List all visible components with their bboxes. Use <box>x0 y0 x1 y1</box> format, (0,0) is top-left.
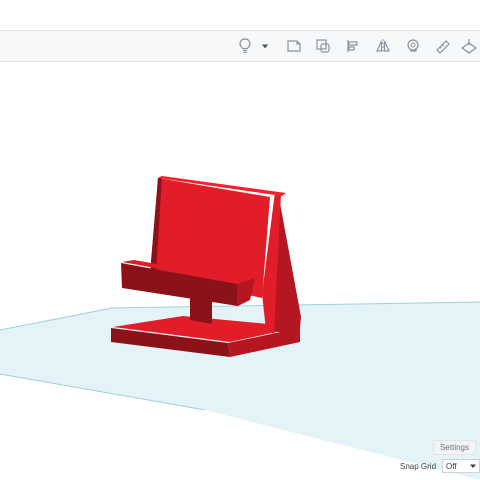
snap-grid-value: Off <box>446 461 457 471</box>
chevron-down-icon <box>470 464 476 468</box>
align-icon[interactable] <box>342 35 364 57</box>
edit-toolbar <box>0 31 480 62</box>
note-icon[interactable] <box>283 35 305 57</box>
snap-grid-select[interactable]: Off <box>442 459 480 473</box>
lightbulb-icon[interactable] <box>234 35 256 57</box>
ruler-icon[interactable] <box>432 35 454 57</box>
phone-stand-object[interactable] <box>111 176 301 357</box>
chevron-down-icon[interactable] <box>258 35 272 57</box>
3d-viewport[interactable] <box>0 62 480 480</box>
duplicate-icon[interactable] <box>312 35 334 57</box>
tinkercad-editor: Settings Snap Grid Off <box>0 0 480 480</box>
snap-grid-label: Snap Grid <box>400 461 437 471</box>
snap-grid-control: Snap Grid Off <box>400 458 480 474</box>
mirror-icon[interactable] <box>372 35 394 57</box>
title-bar <box>0 0 480 31</box>
workplane-icon[interactable] <box>458 35 480 57</box>
group-icon[interactable] <box>402 35 424 57</box>
scene <box>0 176 480 480</box>
settings-button[interactable]: Settings <box>433 440 476 455</box>
